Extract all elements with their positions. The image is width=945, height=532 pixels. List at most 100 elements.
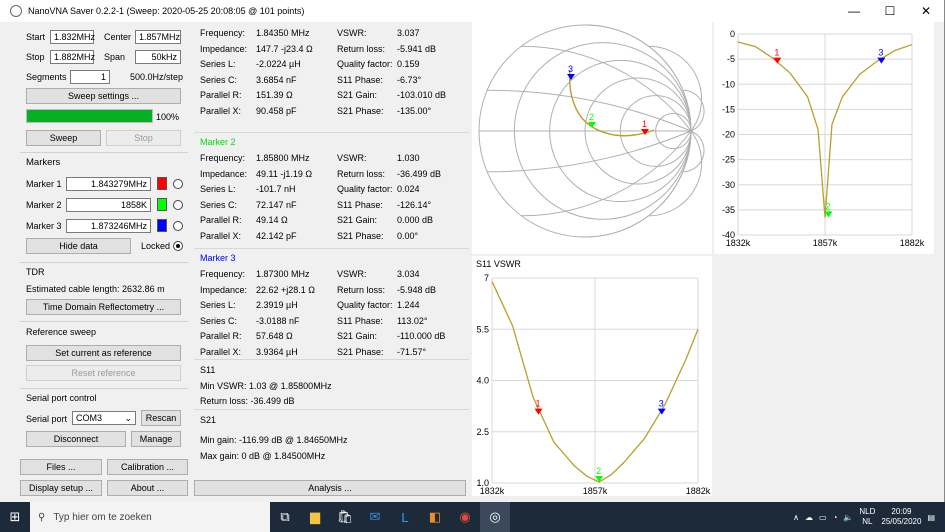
detail-value: 0.00° (397, 230, 419, 241)
detail-value: -2.0224 µH (256, 59, 301, 69)
launcher-icon[interactable]: L (390, 502, 420, 532)
analysis-button[interactable]: Analysis ... (194, 480, 466, 496)
manage-button[interactable]: Manage (131, 431, 181, 447)
vswr-y-tick: 5.5 (476, 324, 489, 334)
detail-label: Frequency: (200, 153, 246, 163)
search-placeholder: Typ hier om te zoeken (53, 511, 152, 523)
app-icon (10, 5, 22, 17)
language-indicator[interactable]: NLD NL (859, 507, 875, 527)
divider (20, 388, 188, 389)
marker1-color-swatch[interactable] (157, 177, 167, 190)
clock[interactable]: 20:09 25/05/2020 (881, 507, 921, 527)
detail-value: 3.9364 µH (256, 346, 298, 357)
center-input[interactable]: 1.857MHz (135, 30, 181, 44)
vswr-x-tick: 1832k (480, 486, 505, 496)
stop-input[interactable]: 1.882MHz (50, 50, 95, 64)
store-icon[interactable]: 🛍 (330, 502, 360, 532)
nanovna-taskbar-icon[interactable]: ◎ (480, 502, 510, 532)
max-gain-text: Max gain: 0 dB @ 1.84500MHz (200, 451, 326, 461)
marker3-input[interactable]: 1.873246MHz (66, 219, 151, 233)
set-reference-button[interactable]: Set current as reference (26, 345, 181, 361)
detail-label: S21 Phase: (337, 105, 384, 116)
detail-label: S21 Gain: (337, 331, 378, 341)
tdr-button[interactable]: Time Domain Reflectometry ... (26, 299, 181, 315)
files-button[interactable]: Files ... (20, 459, 102, 475)
detail-value: 72.147 nF (256, 199, 297, 210)
detail-label: Return loss: (337, 168, 386, 179)
maximize-icon[interactable]: ☐ (872, 0, 908, 22)
detail-label: S11 Phase: (337, 74, 383, 85)
vswr-chart-title: S11 VSWR (476, 259, 521, 269)
marker2-input[interactable]: 1858K (66, 198, 151, 212)
detail-label: Series C: (200, 199, 238, 210)
taskbar-search[interactable]: ⚲ Typ hier om te zoeken (30, 502, 270, 532)
serial-port-label: Serial port (26, 414, 68, 424)
chrome-icon[interactable]: ◉ (450, 502, 480, 532)
disconnect-button[interactable]: Disconnect (26, 431, 126, 447)
s11-title: S11 (200, 365, 216, 375)
volume-icon[interactable]: 🔈 (843, 513, 853, 522)
return-loss-chart[interactable]: 0-5-10-15-20-25-30-35-401832k 1857k 1882k1… (714, 22, 934, 254)
app-orange-icon[interactable]: ◧ (420, 502, 450, 532)
marker1-radio[interactable] (173, 179, 183, 189)
task-view-icon[interactable]: ⧉ (270, 502, 300, 532)
s11-summary: S11 Min VSWR: 1.03 @ 1.85800MHz Return l… (194, 359, 469, 407)
rescan-button[interactable]: Rescan (141, 410, 181, 426)
detail-label: Impedance: (200, 168, 248, 179)
serial-port-select[interactable]: COM3 ⌄ (72, 411, 136, 425)
return-loss-x-tick: 1857k (813, 238, 838, 248)
detail-label: Impedance: (200, 43, 248, 54)
sweep-settings-button[interactable]: Sweep settings ... (26, 88, 181, 104)
span-input[interactable]: 50kHz (135, 50, 181, 64)
sweep-button[interactable]: Sweep (26, 130, 101, 146)
stop-button[interactable]: Stop (106, 130, 181, 146)
detail-label: Series L: (200, 184, 236, 194)
notification-icon[interactable]: ▤ (927, 513, 935, 522)
detail-label: Series C: (200, 74, 238, 85)
marker3-radio[interactable] (173, 221, 183, 231)
detail-label: Parallel X: (200, 230, 242, 241)
marker2-color-swatch[interactable] (157, 198, 167, 211)
about-button[interactable]: About ... (107, 480, 188, 496)
hide-data-button[interactable]: Hide data (26, 238, 131, 254)
mail-icon[interactable]: ✉ (360, 502, 390, 532)
marker3-color-swatch[interactable] (157, 219, 167, 232)
marker1-input[interactable]: 1.843279MHz (66, 177, 151, 191)
start-label: Start (26, 32, 46, 42)
detail-value: -36.499 dB (397, 168, 442, 179)
display-setup-button[interactable]: Display setup ... (20, 480, 102, 496)
detail-value: 57.648 Ω (256, 331, 293, 341)
scrollbar[interactable] (934, 22, 944, 502)
return-loss-y-tick: -25 (722, 155, 735, 165)
detail-label: S11 Phase: (337, 199, 383, 210)
chevron-up-icon[interactable]: ∧ (793, 513, 799, 522)
segments-input[interactable]: 1 (70, 70, 110, 84)
detail-value: 49.11 -j1.19 Ω (256, 168, 313, 179)
return-loss-x-tick: 1832k (726, 238, 751, 248)
minimize-icon[interactable]: — (836, 0, 872, 22)
file-explorer-icon[interactable]: ▆ (300, 502, 330, 532)
cloud-icon[interactable]: ☁ (805, 513, 813, 522)
marker3-details: Marker 3 Frequency: 1.87300 MHz Impedance: 2… (194, 248, 469, 376)
reference-title: Reference sweep (26, 327, 97, 337)
marker-3-icon (567, 74, 575, 80)
detail-value: -103.010 dB (397, 90, 447, 100)
calibration-button[interactable]: Calibration ... (107, 459, 188, 475)
locked-label: Locked (141, 241, 171, 251)
vswr-plot: 75.54.02.51.01832k 1857k 1882k123 (476, 273, 710, 496)
return-loss-y-tick: -10 (722, 79, 735, 89)
start-input[interactable]: 1.832MHz (50, 30, 95, 44)
detail-value: 1.85800 MHz (256, 153, 310, 163)
close-icon[interactable]: ✕ (908, 0, 944, 22)
windows-start-icon[interactable]: ⊞ (0, 502, 30, 532)
return-loss-text: Return loss: -36.499 dB (200, 396, 295, 406)
marker2-radio[interactable] (173, 200, 183, 210)
reset-reference-button[interactable]: Reset reference (26, 365, 181, 381)
smith-chart[interactable]: 1 2 3 (472, 22, 712, 254)
detail-label: S21 Gain: (337, 215, 378, 225)
battery-icon[interactable]: ▭ (819, 513, 827, 522)
network-icon[interactable]: ◔ (833, 513, 838, 522)
vswr-chart[interactable]: S11 VSWR 75.54.02.51.01832k 1857k 1882k123 (472, 256, 712, 496)
locked-radio[interactable] (173, 241, 183, 251)
system-tray: ∧ ☁ ▭ ◔ 🔈 NLD NL 20:09 25/05/2020 ▤ (793, 507, 945, 527)
